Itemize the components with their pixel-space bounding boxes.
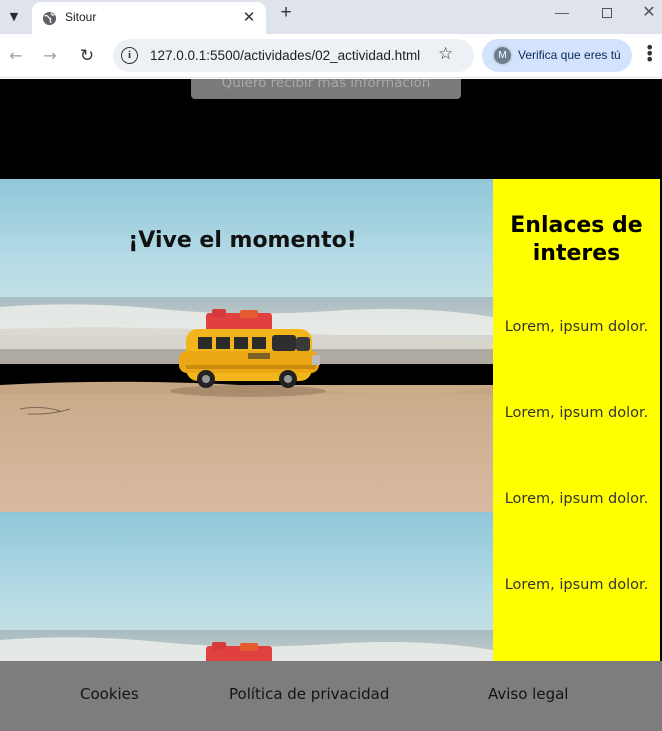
maximize-window-button[interactable] [594,3,620,23]
forward-button[interactable]: → [38,44,62,68]
close-tab-icon[interactable]: ✕ [240,9,258,27]
more-info-button[interactable]: Quiero recibir más información [191,79,461,99]
hero-section: ¡Vive el momento! [0,179,493,512]
footer-link-cookies[interactable]: Cookies [80,685,139,703]
new-tab-button[interactable]: + [276,3,296,23]
reload-button[interactable]: ↻ [75,44,99,68]
close-window-button[interactable]: ✕ [636,3,662,23]
hero-title: ¡Vive el momento! [128,228,357,253]
tab-search-button[interactable]: ▼ [4,5,24,27]
globe-icon [42,11,57,26]
profile-verify-chip[interactable]: M Verifica que eres tú [482,39,632,72]
sidebar-link[interactable]: Lorem, ipsum dolor. [501,404,652,423]
sidebar-link[interactable]: Lorem, ipsum dolor. [501,318,652,337]
page-viewport: Quiero recibir más información ¡Vive el … [0,79,662,731]
sidebar-title: Enlaces de interes [510,213,643,266]
url-text[interactable]: 127.0.0.1:5500/actividades/02_actividad.… [150,48,420,63]
header-section: Quiero recibir más información [0,79,662,179]
avatar: M [492,45,513,66]
site-info-icon[interactable]: i [121,47,138,64]
browser-tabstrip: ▼ Sitour ✕ + — ✕ [0,0,662,34]
footer-link-legal[interactable]: Aviso legal [488,685,568,703]
sidebar-link[interactable]: Lorem, ipsum dolor. [501,576,652,595]
minimize-window-button[interactable]: — [549,3,575,23]
footer-link-privacy[interactable]: Política de privacidad [229,685,389,703]
address-bar[interactable]: i 127.0.0.1:5500/actividades/02_activida… [113,39,474,72]
chevron-down-icon: ▼ [9,9,19,23]
footer: Cookies Política de privacidad Aviso leg… [0,661,662,731]
links-sidebar: Enlaces de interes Lorem, ipsum dolor. L… [493,179,660,661]
browser-tab[interactable]: Sitour ✕ [32,2,266,34]
bookmark-star-icon[interactable]: ☆ [438,44,453,64]
profile-chip-label: Verifica que eres tú [518,48,621,62]
menu-kebab-icon[interactable]: • • • [645,40,654,68]
back-button[interactable]: ← [4,44,28,68]
sidebar-link[interactable]: Lorem, ipsum dolor. [501,490,652,509]
tab-title: Sitour [65,10,97,24]
browser-toolbar: ← → ↻ i 127.0.0.1:5500/actividades/02_ac… [0,34,662,78]
